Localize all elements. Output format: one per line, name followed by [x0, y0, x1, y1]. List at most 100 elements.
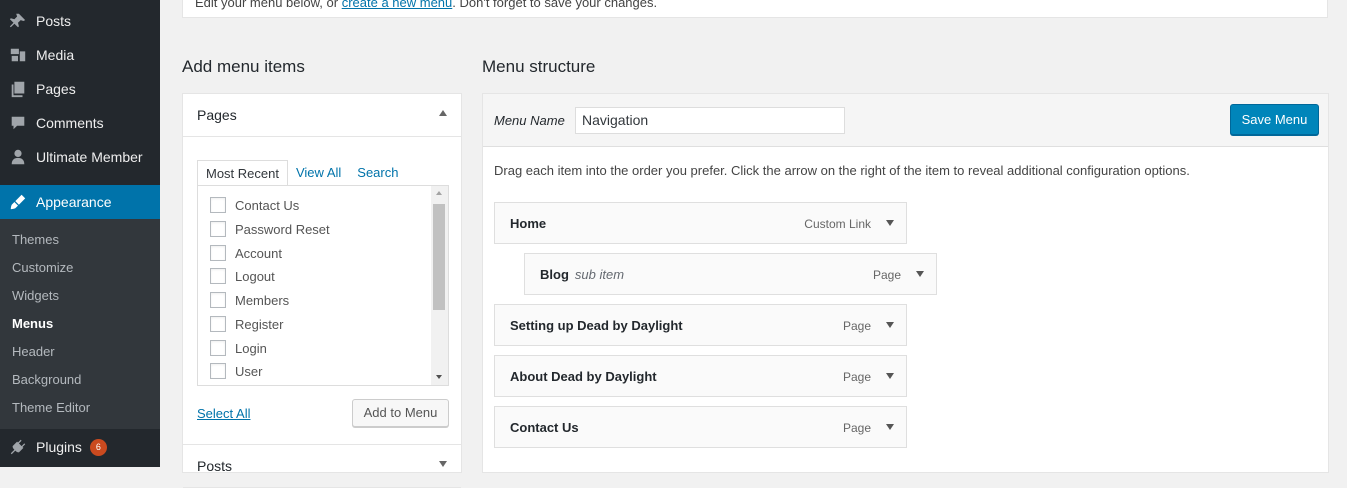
menu-item[interactable]: Setting up Dead by Daylight Page	[494, 304, 907, 346]
menu-item-title: Contact Us	[510, 420, 579, 435]
page-label: Password Reset	[235, 221, 330, 237]
pages-accordion-header[interactable]: Pages	[183, 94, 461, 137]
menu-item-type: Page	[842, 319, 871, 333]
menu-item-type: Page	[872, 268, 901, 282]
checkbox[interactable]	[210, 245, 226, 261]
add-to-menu-button[interactable]: Add to Menu	[352, 399, 449, 427]
add-menu-items-heading: Add menu items	[182, 57, 305, 76]
checkbox[interactable]	[210, 340, 226, 356]
scroll-thumb[interactable]	[433, 204, 445, 310]
submenu-theme-editor[interactable]: Theme Editor	[12, 394, 90, 422]
expand-arrow-icon	[439, 461, 447, 467]
list-item[interactable]: Password Reset	[210, 218, 330, 240]
posts-accordion-header[interactable]: Posts	[183, 444, 461, 488]
list-item[interactable]: Account	[210, 242, 282, 264]
sidebar-item-comments[interactable]: Comments	[0, 106, 160, 140]
posts-section-title: Posts	[197, 458, 233, 474]
sidebar-item-label: Media	[36, 47, 75, 63]
checklist-scrollbar[interactable]	[431, 186, 448, 385]
menu-item-title: Blog	[540, 267, 569, 282]
scroll-up-arrow-icon[interactable]	[436, 191, 442, 195]
submenu-themes[interactable]: Themes	[12, 226, 59, 254]
sidebar-item-appearance[interactable]: Appearance	[0, 185, 160, 219]
checkbox[interactable]	[210, 221, 226, 237]
submenu-customize[interactable]: Customize	[12, 254, 73, 282]
menu-item[interactable]: Home Custom Link	[494, 202, 907, 244]
sidebar-item-pages[interactable]: Pages	[0, 72, 160, 106]
page-label: Register	[235, 316, 284, 332]
expand-arrow-icon[interactable]	[886, 220, 894, 226]
pages-tabs: Most Recent View All Search	[197, 160, 406, 186]
sub-item-label: sub item	[574, 267, 625, 282]
brush-icon	[0, 193, 36, 211]
list-item[interactable]: Members	[210, 289, 289, 311]
checkbox[interactable]	[210, 268, 226, 284]
collapse-arrow-icon	[439, 110, 447, 116]
sidebar-item-posts[interactable]: Posts	[0, 4, 160, 38]
sidebar-item-label: Posts	[36, 13, 72, 29]
add-menu-items-panel: Pages Most Recent View All Search Contac…	[182, 93, 462, 488]
page-label: Login	[235, 340, 267, 356]
update-count-badge: 6	[89, 438, 107, 456]
save-menu-button[interactable]: Save Menu	[1230, 104, 1319, 135]
submenu-menus[interactable]: Menus	[12, 310, 53, 338]
plug-icon	[0, 438, 36, 456]
pages-section-title: Pages	[197, 107, 237, 123]
menu-name-input[interactable]: Navigation	[575, 107, 845, 134]
menu-item-title: About Dead by Daylight	[510, 369, 657, 384]
menu-item-type: Custom Link	[804, 217, 871, 231]
create-new-menu-link[interactable]: create a new menu	[342, 0, 453, 10]
checkbox[interactable]	[210, 363, 226, 379]
tab-search[interactable]: Search	[349, 160, 406, 186]
comment-icon	[0, 114, 36, 132]
expand-arrow-icon[interactable]	[886, 322, 894, 328]
menu-item[interactable]: Blog sub item Page	[524, 253, 937, 295]
menu-item-type: Page	[842, 421, 871, 435]
expand-arrow-icon[interactable]	[916, 271, 924, 277]
submenu-widgets[interactable]: Widgets	[12, 282, 59, 310]
sidebar-item-label: Plugins	[36, 439, 82, 455]
edit-menu-notice: Edit your menu below, or create a new me…	[182, 0, 1328, 18]
page-label: User	[235, 363, 263, 379]
tab-most-recent[interactable]: Most Recent	[197, 160, 288, 186]
notice-text-end: . Don't forget to save your changes.	[452, 0, 658, 10]
pages-icon	[0, 80, 36, 98]
expand-arrow-icon[interactable]	[886, 424, 894, 430]
page-label: Logout	[235, 268, 275, 284]
menu-item[interactable]: Contact Us Page	[494, 406, 907, 448]
list-item[interactable]: User	[210, 360, 262, 382]
list-item[interactable]: Login	[210, 337, 267, 359]
checkbox[interactable]	[210, 292, 226, 308]
submenu-header[interactable]: Header	[12, 338, 55, 366]
admin-sidebar: Posts Media Pages Comments Ultimate Memb…	[0, 0, 160, 467]
list-item[interactable]: Contact Us	[210, 194, 299, 216]
select-all-link[interactable]: Select All	[197, 406, 250, 421]
list-item[interactable]: Register	[210, 313, 283, 335]
sidebar-item-media[interactable]: Media	[0, 38, 160, 72]
pin-icon	[0, 12, 36, 30]
checkbox[interactable]	[210, 316, 226, 332]
page-label: Members	[235, 292, 290, 308]
menu-item-title: Home	[510, 216, 547, 231]
notice-text: Edit your menu below, or	[195, 0, 342, 10]
checkbox[interactable]	[210, 197, 226, 213]
appearance-submenu: Themes Customize Widgets Menus Header Ba…	[0, 219, 160, 429]
user-icon	[0, 148, 36, 166]
menu-item-title: Setting up Dead by Daylight	[510, 318, 683, 333]
expand-arrow-icon[interactable]	[886, 373, 894, 379]
scroll-down-arrow-icon[interactable]	[436, 375, 442, 379]
menu-item[interactable]: About Dead by Daylight Page	[494, 355, 907, 397]
list-item[interactable]: Logout	[210, 265, 275, 287]
tab-view-all[interactable]: View All	[288, 160, 349, 186]
menu-item-type: Page	[842, 370, 871, 384]
drag-instructions: Drag each item into the order you prefer…	[494, 163, 1190, 178]
sidebar-item-plugins[interactable]: Plugins 6	[0, 430, 160, 464]
submenu-background[interactable]: Background	[12, 366, 81, 394]
sidebar-item-ultimate-member[interactable]: Ultimate Member	[0, 140, 160, 174]
menu-header: Menu Name Navigation Save Menu	[483, 94, 1328, 147]
pages-checklist: Contact Us Password Reset Account Logout…	[197, 185, 449, 386]
menu-structure-panel: Menu Name Navigation Save Menu Drag each…	[482, 93, 1329, 473]
sidebar-item-label: Appearance	[36, 194, 112, 210]
page-label: Contact Us	[235, 197, 300, 213]
page-label: Account	[235, 245, 282, 261]
